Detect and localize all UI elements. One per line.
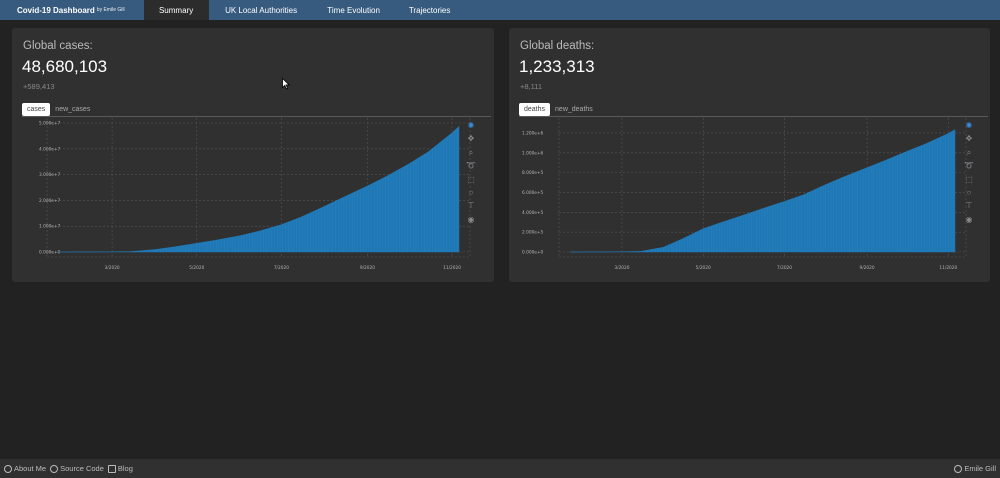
about-me-label: About Me: [14, 464, 47, 473]
x-tick-label: 7/2020: [274, 265, 289, 271]
pan-icon[interactable]: ✥: [964, 134, 974, 144]
cases-chart[interactable]: 0.000e+0 1.000e+7 2.000e+7 3.000e+7 4.000e+7…: [12, 28, 494, 282]
app-title: Covid-19 Dashboard: [17, 5, 95, 15]
y-tick-label: 5.000e+7: [39, 121, 61, 127]
camera-icon[interactable]: ◉: [466, 215, 476, 225]
spike-lines-icon[interactable]: ⊤: [964, 201, 974, 211]
app-brand[interactable]: Covid-19 Dashboard by Emile Gill: [0, 0, 141, 20]
lasso-icon[interactable]: ➰: [964, 161, 974, 171]
zoom-icon[interactable]: ⌕: [964, 148, 974, 158]
y-tick-label: 0.000e+0: [39, 250, 61, 256]
source-code-link[interactable]: Source Code: [50, 464, 104, 473]
tab-uk-local-authorities[interactable]: UK Local Authorities: [209, 0, 314, 20]
medium-icon: [107, 464, 116, 473]
spike-lines-icon[interactable]: ⊤: [466, 201, 476, 211]
blog-label: Blog: [117, 464, 133, 473]
y-tick-label: 2.000e+7: [39, 198, 61, 204]
y-tick-label: 8.000e+5: [522, 170, 544, 176]
deaths-chart[interactable]: 0.000e+0 2.000e+5 4.000e+5 6.000e+5 8.000e+5…: [509, 28, 990, 282]
y-tick-label: 4.000e+7: [39, 146, 61, 152]
zoom-icon[interactable]: ⌕: [466, 148, 476, 158]
x-tick-label: 3/2020: [105, 265, 120, 271]
tab-time-evolution[interactable]: Time Evolution: [314, 0, 394, 20]
pan-icon[interactable]: ✥: [466, 134, 476, 144]
x-tick-label: 9/2020: [360, 265, 375, 271]
plotly-logo-icon[interactable]: ✺: [964, 121, 974, 131]
navbar: Covid-19 Dashboard by Emile Gill Summary…: [0, 0, 1000, 20]
footer: About Me Source Code Blog Emile Gill: [0, 459, 1000, 478]
global-cases-card: Global cases: 48,680,103 +589,413 cases …: [12, 28, 494, 282]
github-icon: [50, 464, 59, 473]
y-tick-label: 2.000e+5: [522, 230, 544, 236]
x-tick-label: 3/2020: [614, 265, 629, 271]
x-tick-label: 11/2020: [443, 265, 461, 271]
x-tick-label: 5/2020: [696, 265, 711, 271]
global-deaths-card: Global deaths: 1,233,313 +8,111 deaths n…: [509, 28, 990, 282]
author-credit[interactable]: Emile Gill: [954, 464, 996, 473]
y-tick-label: 1.000e+7: [39, 224, 61, 230]
y-tick-label: 4.000e+5: [522, 210, 544, 216]
tab-summary[interactable]: Summary: [143, 0, 209, 20]
source-code-label: Source Code: [60, 464, 104, 473]
blog-link[interactable]: Blog: [107, 464, 133, 473]
camera-icon[interactable]: ◉: [964, 215, 974, 225]
mouse-cursor-icon: [282, 78, 290, 90]
y-tick-label: 3.000e+7: [39, 172, 61, 178]
y-tick-label: 0.000e+0: [522, 250, 544, 256]
copyright-icon: [954, 464, 963, 473]
x-tick-label: 5/2020: [189, 265, 204, 271]
series-bars: [569, 129, 956, 253]
chart-modebar: ✺ ✥ ⌕ ➰ ⬚ ○ ⊤ ◉: [964, 121, 974, 228]
box-select-icon[interactable]: ⬚: [466, 175, 476, 185]
box-select-icon[interactable]: ⬚: [964, 175, 974, 185]
series-bars: [57, 125, 460, 253]
author-credit-label: Emile Gill: [964, 464, 996, 473]
reset-icon[interactable]: ○: [466, 188, 476, 198]
y-tick-label: 1.000e+6: [522, 150, 544, 156]
user-circle-icon: [4, 464, 12, 473]
app-author: by Emile Gill: [96, 7, 125, 13]
about-me-link[interactable]: About Me: [4, 464, 46, 473]
plotly-logo-icon[interactable]: ✺: [466, 121, 476, 131]
reset-icon[interactable]: ○: [964, 188, 974, 198]
chart-modebar: ✺ ✥ ⌕ ➰ ⬚ ○ ⊤ ◉: [466, 121, 476, 228]
x-tick-label: 7/2020: [777, 265, 792, 271]
x-tick-label: 9/2020: [860, 265, 875, 271]
tab-trajectories[interactable]: Trajectories: [394, 0, 466, 20]
lasso-icon[interactable]: ➰: [466, 161, 476, 171]
y-tick-label: 1.200e+6: [522, 130, 544, 136]
x-tick-label: 11/2020: [939, 265, 957, 271]
y-tick-label: 6.000e+5: [522, 190, 544, 196]
